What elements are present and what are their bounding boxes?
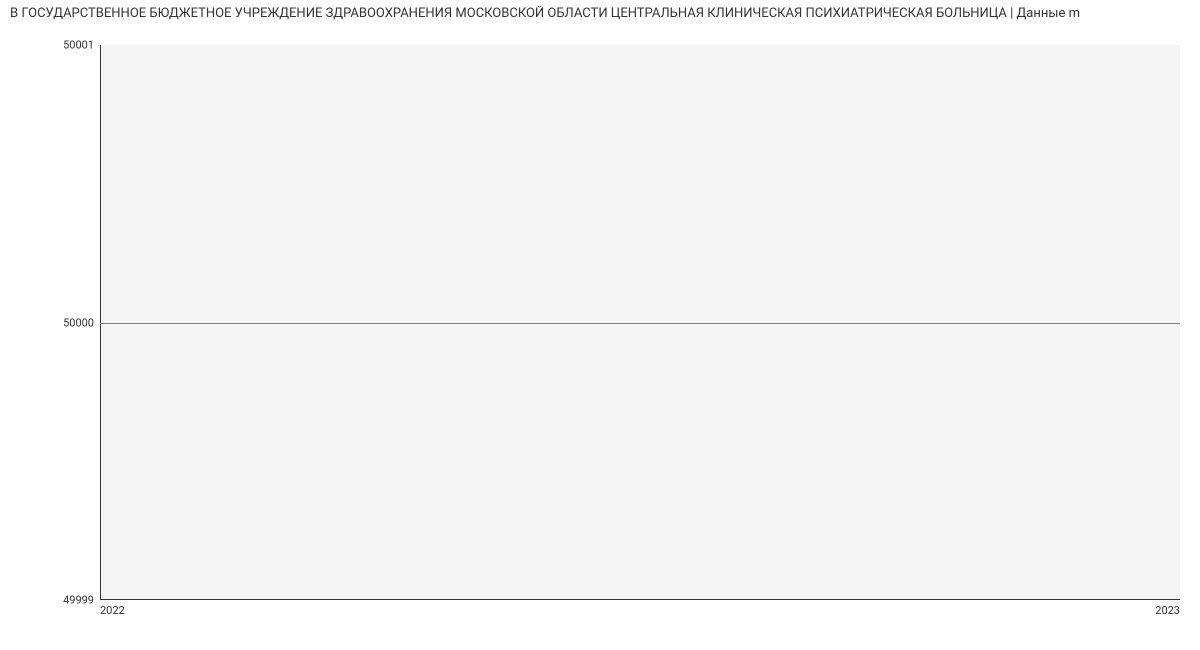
x-tick-label: 2023 <box>1155 604 1180 617</box>
y-tick-label: 50001 <box>63 39 94 52</box>
y-tick-label: 50000 <box>63 316 94 329</box>
chart-container: В ГОСУДАРСТВЕННОЕ БЮДЖЕТНОЕ УЧРЕЖДЕНИЕ З… <box>0 0 1200 650</box>
x-tick-label: 2022 <box>100 604 125 617</box>
data-line <box>100 323 1180 324</box>
chart-title: В ГОСУДАРСТВЕННОЕ БЮДЖЕТНОЕ УЧРЕЖДЕНИЕ З… <box>0 6 1200 21</box>
y-tick-label: 49999 <box>63 594 94 607</box>
